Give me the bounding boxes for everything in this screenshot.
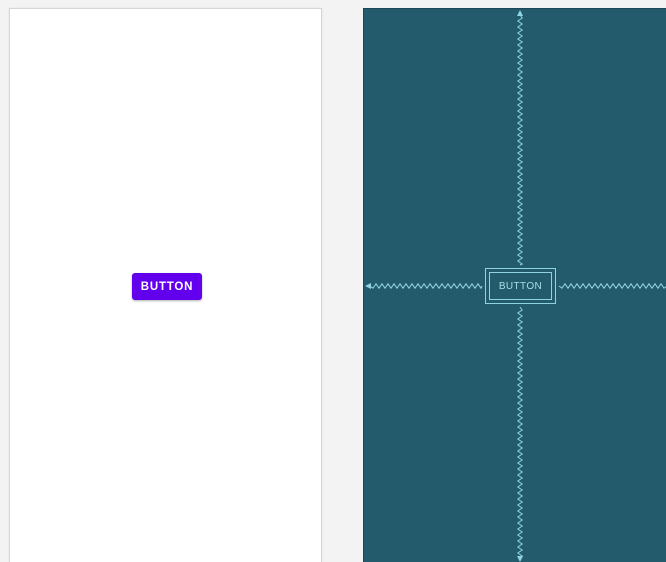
blueprint-button[interactable]: BUTTON bbox=[485, 268, 556, 304]
left-constraint-arrow bbox=[365, 283, 371, 289]
design-preview-pane[interactable]: BUTTON bbox=[9, 8, 322, 562]
bottom-constraint-arrow bbox=[517, 556, 523, 562]
blueprint-pane[interactable]: BUTTON bbox=[363, 8, 666, 562]
layout-editor-canvas: BUTTON BUTTON bbox=[0, 0, 666, 562]
top-constraint-spring bbox=[516, 14, 524, 266]
left-constraint-spring bbox=[369, 282, 483, 290]
top-constraint-arrow bbox=[517, 10, 523, 16]
blueprint-button-label: BUTTON bbox=[498, 280, 543, 292]
bottom-constraint-spring bbox=[516, 306, 524, 558]
right-constraint-spring bbox=[558, 282, 666, 290]
preview-button[interactable]: BUTTON bbox=[132, 273, 202, 300]
